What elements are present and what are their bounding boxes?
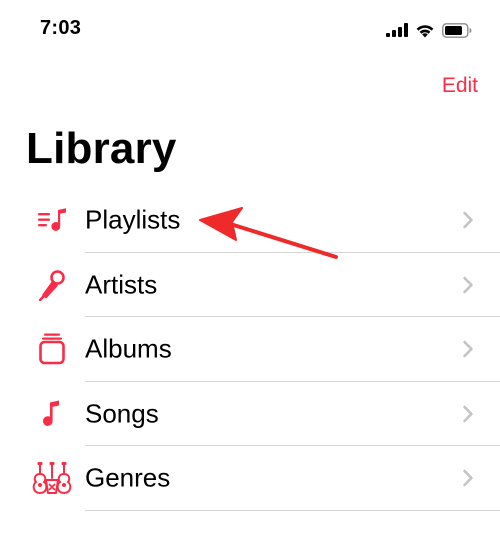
edit-button[interactable]: Edit bbox=[442, 74, 478, 98]
library-screen: 7:03 Edit Library Playlists Artists Albu… bbox=[0, 0, 500, 544]
status-time: 7:03 bbox=[40, 17, 82, 39]
list-item-label: Artists bbox=[85, 269, 158, 300]
chevron-right-icon bbox=[463, 405, 473, 423]
list-item-genres[interactable]: Genres bbox=[0, 446, 500, 511]
list-item-label: Genres bbox=[85, 462, 171, 493]
chevron-right-icon bbox=[463, 211, 473, 229]
library-list: Playlists Artists Albums Songs Genres bbox=[0, 188, 500, 511]
list-item-label: Songs bbox=[85, 398, 159, 429]
list-item-songs[interactable]: Songs bbox=[0, 382, 500, 446]
status-bar: 7:03 bbox=[0, 0, 500, 58]
list-item-label: Playlists bbox=[85, 204, 181, 235]
list-item-playlists[interactable]: Playlists bbox=[0, 188, 500, 253]
list-item-albums[interactable]: Albums bbox=[0, 317, 500, 382]
battery-icon bbox=[442, 22, 472, 38]
chevron-right-icon bbox=[463, 276, 473, 294]
album-stack-icon bbox=[30, 332, 74, 366]
genres-guitar-icon bbox=[30, 461, 74, 495]
chevron-right-icon bbox=[463, 340, 473, 358]
page-title: Library bbox=[26, 124, 177, 173]
row-divider bbox=[85, 509, 500, 511]
list-item-artists[interactable]: Artists bbox=[0, 253, 500, 317]
chevron-right-icon bbox=[463, 469, 473, 487]
status-icons bbox=[386, 20, 472, 40]
microphone-icon bbox=[30, 268, 74, 302]
list-item-label: Albums bbox=[85, 333, 172, 364]
cellular-signal-icon bbox=[386, 23, 408, 37]
music-note-icon bbox=[30, 397, 74, 431]
playlist-icon bbox=[30, 203, 74, 237]
wifi-icon bbox=[416, 24, 434, 37]
